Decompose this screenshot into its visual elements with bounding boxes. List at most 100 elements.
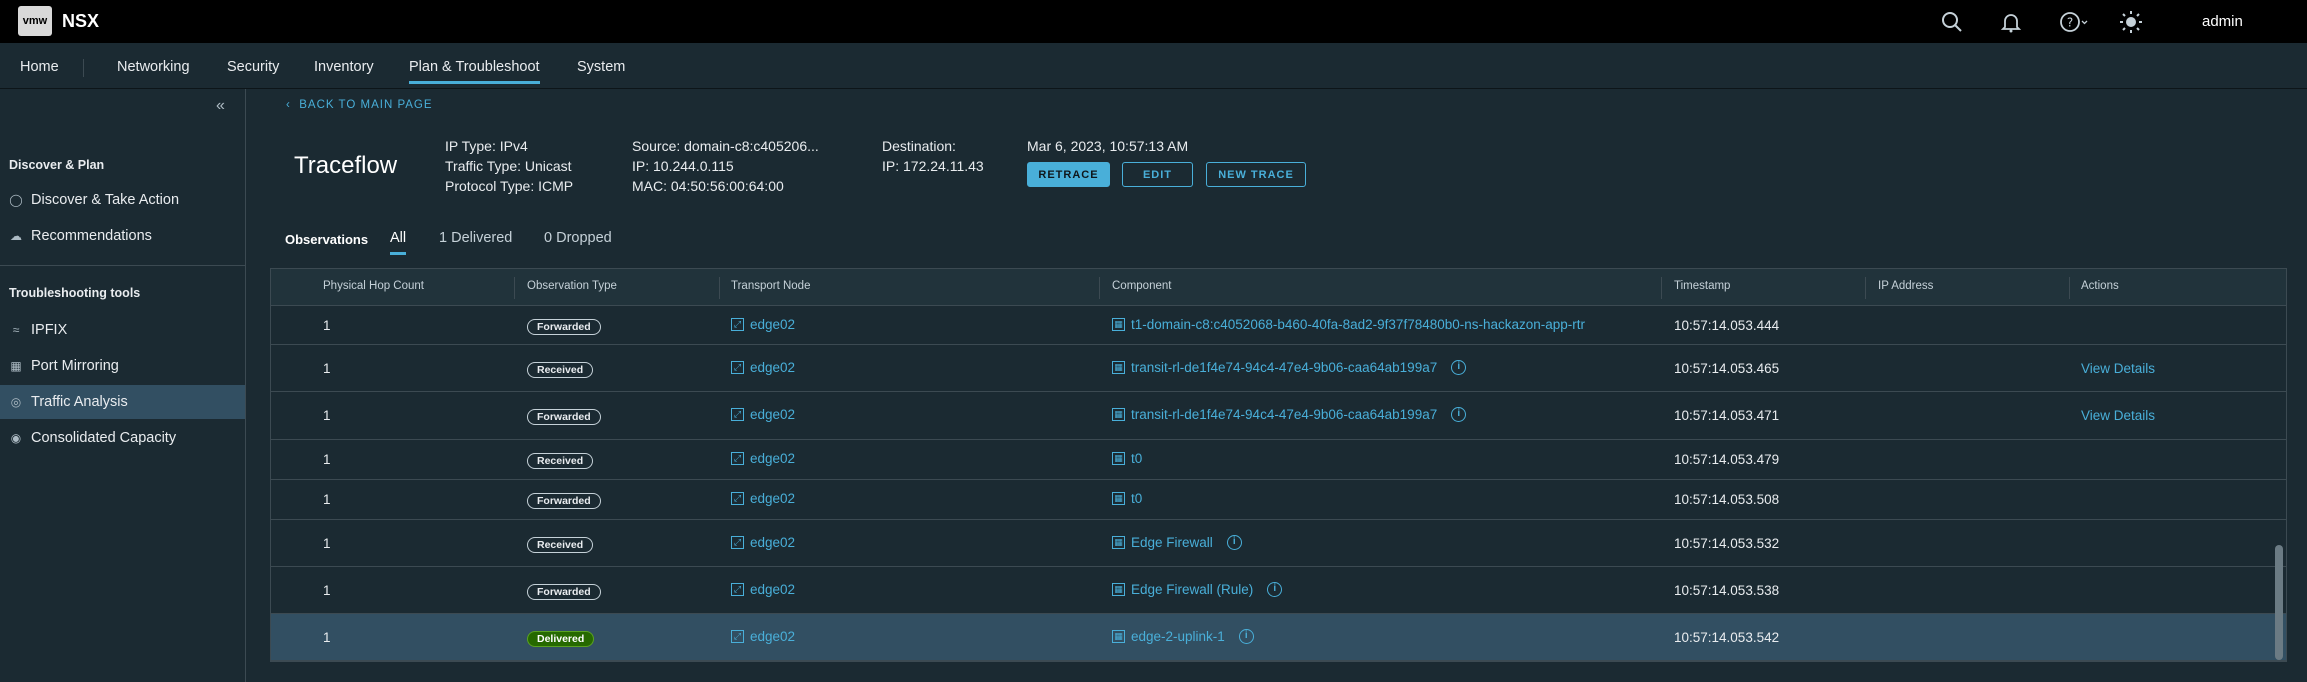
timestamp-cell: 10:57:14.053.538 bbox=[1674, 583, 1780, 598]
sidebar-section-title: Troubleshooting tools bbox=[9, 286, 141, 300]
sidebar-item-port-mirroring[interactable]: ▦ Port Mirroring bbox=[0, 349, 245, 383]
component-label: transit-rl-de1f4e74-94c4-47e4-9b06-caa64… bbox=[1131, 360, 1438, 375]
table-row[interactable]: 1 Received ⤢ edge02 ▦ t0 10:57:14.053.479 bbox=[271, 440, 2286, 480]
sidebar-item-label: Port Mirroring bbox=[31, 358, 119, 374]
discover-icon: ◯ bbox=[9, 193, 23, 207]
bell-icon[interactable] bbox=[1999, 10, 2023, 34]
component-link[interactable]: ▦ Edge Firewall i bbox=[1112, 535, 1242, 550]
view-details-link[interactable]: View Details bbox=[2081, 361, 2155, 376]
transport-node-link[interactable]: ⤢ edge02 bbox=[731, 582, 795, 597]
component-link[interactable]: ▦ t0 bbox=[1112, 451, 1142, 466]
sidebar-section-title: Discover & Plan bbox=[9, 158, 105, 172]
tab-plan-troubleshoot[interactable]: Plan & Troubleshoot bbox=[409, 59, 540, 84]
component-link[interactable]: ▦ Edge Firewall (Rule) i bbox=[1112, 582, 1283, 597]
protocol-type: Protocol Type: ICMP bbox=[445, 178, 574, 194]
destination: Destination: bbox=[882, 138, 956, 154]
sidebar-item-ipfix[interactable]: ≈ IPFIX bbox=[0, 313, 245, 347]
component-label: t0 bbox=[1131, 451, 1143, 466]
edit-button[interactable]: EDIT bbox=[1122, 162, 1193, 187]
component-link[interactable]: ▦ transit-rl-de1f4e74-94c4-47e4-9b06-caa6… bbox=[1112, 407, 1467, 422]
table-row[interactable]: 1 Forwarded ⤢ edge02 ▦ Edge Firewall (Rule) i 1… bbox=[271, 567, 2286, 614]
transport-node-link[interactable]: ⤢ edge02 bbox=[731, 629, 795, 644]
component-link[interactable]: ▦ edge-2-uplink-1 i bbox=[1112, 629, 1254, 644]
column-divider bbox=[1865, 277, 1866, 299]
transport-node-link[interactable]: ⤢ edge02 bbox=[731, 491, 795, 506]
capacity-icon: ◉ bbox=[10, 431, 22, 445]
info-icon[interactable]: i bbox=[1451, 407, 1467, 422]
traffic-type: Traffic Type: Unicast bbox=[445, 158, 572, 174]
transport-node-label: edge02 bbox=[750, 317, 796, 332]
transport-node-label: edge02 bbox=[750, 451, 796, 466]
tab-all[interactable]: All bbox=[390, 230, 407, 255]
table-row[interactable]: 1 Forwarded ⤢ edge02 ▦ transit-rl-de1f4e74-94… bbox=[271, 392, 2286, 440]
column-divider bbox=[2069, 277, 2070, 299]
observation-type-badge: Received bbox=[527, 453, 594, 469]
table-row[interactable]: 1 Delivered ⤢ edge02 ▦ edge-2-uplink-1 i 10:57:… bbox=[271, 614, 2286, 661]
tab-system[interactable]: System bbox=[577, 59, 625, 75]
component-icon: ▦ bbox=[1112, 318, 1125, 331]
source-ip: IP: 10.244.0.115 bbox=[632, 158, 734, 174]
help-icon[interactable]: ? bbox=[2058, 10, 2088, 34]
transport-node-link[interactable]: ⤢ edge02 bbox=[731, 317, 795, 332]
sidebar-item-recommendations[interactable]: ☁ Recommendations bbox=[0, 219, 245, 253]
component-icon: ▦ bbox=[1112, 492, 1125, 505]
observations-grid: Physical Hop Count Observation Type Tran… bbox=[270, 268, 2287, 662]
sidebar-item-label: IPFIX bbox=[31, 322, 68, 338]
tab-delivered[interactable]: 1 Delivered bbox=[439, 230, 512, 246]
transport-node-icon: ⤢ bbox=[731, 452, 744, 465]
svg-text:?: ? bbox=[2067, 16, 2073, 30]
transport-node-link[interactable]: ⤢ edge02 bbox=[731, 451, 795, 466]
observation-type-badge: Forwarded bbox=[527, 319, 601, 335]
user-menu[interactable]: admin bbox=[2202, 13, 2243, 30]
transport-node-link[interactable]: ⤢ edge02 bbox=[731, 407, 795, 422]
observation-type-badge: Forwarded bbox=[527, 493, 601, 509]
sidebar-item-discover-take-action[interactable]: ◯ Discover & Take Action bbox=[0, 183, 245, 217]
transport-node-link[interactable]: ⤢ edge02 bbox=[731, 360, 795, 375]
view-details-link[interactable]: View Details bbox=[2081, 408, 2155, 423]
ipfix-icon: ≈ bbox=[12, 323, 20, 337]
grid-scrollbar[interactable] bbox=[2275, 545, 2283, 660]
column-header-ip-address[interactable]: IP Address bbox=[1878, 280, 1933, 292]
component-label: edge-2-uplink-1 bbox=[1131, 629, 1225, 644]
component-link[interactable]: ▦ t0 bbox=[1112, 491, 1142, 506]
search-icon[interactable] bbox=[1940, 10, 1964, 34]
retrace-button[interactable]: RETRACE bbox=[1027, 162, 1110, 187]
column-header-timestamp[interactable]: Timestamp bbox=[1674, 280, 1730, 292]
theme-sun-icon[interactable] bbox=[2119, 10, 2143, 34]
column-header-hop-count[interactable]: Physical Hop Count bbox=[323, 280, 424, 292]
tab-dropped[interactable]: 0 Dropped bbox=[544, 230, 612, 246]
column-header-actions[interactable]: Actions bbox=[2081, 280, 2119, 292]
info-icon[interactable]: i bbox=[1267, 582, 1283, 597]
timestamp-cell: 10:57:14.053.471 bbox=[1674, 408, 1780, 423]
table-row[interactable]: 1 Received ⤢ edge02 ▦ transit-rl-de1f4e74-94c… bbox=[271, 345, 2286, 392]
table-row[interactable]: 1 Received ⤢ edge02 ▦ Edge Firewall i 10:57:14.… bbox=[271, 520, 2286, 567]
component-icon: ▦ bbox=[1112, 583, 1125, 596]
info-icon[interactable]: i bbox=[1226, 535, 1242, 550]
sidebar-item-label: Recommendations bbox=[31, 228, 152, 244]
info-icon[interactable]: i bbox=[1451, 360, 1467, 375]
sidebar-item-consolidated-capacity[interactable]: ◉ Consolidated Capacity bbox=[0, 421, 245, 455]
product-name: NSX bbox=[62, 11, 100, 31]
collapse-sidebar-icon[interactable]: « bbox=[216, 97, 225, 115]
component-link[interactable]: ▦ transit-rl-de1f4e74-94c4-47e4-9b06-caa6… bbox=[1112, 360, 1467, 375]
tab-inventory[interactable]: Inventory bbox=[314, 59, 374, 75]
sidebar-divider bbox=[0, 265, 245, 266]
observation-type-badge: Forwarded bbox=[527, 409, 601, 425]
tab-home[interactable]: Home bbox=[20, 59, 59, 75]
column-header-component[interactable]: Component bbox=[1112, 280, 1171, 292]
table-row[interactable]: 1 Forwarded ⤢ edge02 ▦ t0 10:57:14.053.508 bbox=[271, 480, 2286, 520]
column-header-transport-node[interactable]: Transport Node bbox=[731, 280, 810, 292]
sidebar-item-traffic-analysis[interactable]: ◎ Traffic Analysis bbox=[0, 385, 245, 419]
table-row[interactable]: 1 Forwarded ⤢ edge02 ▦ t1-domain-c8:c4052068-… bbox=[271, 306, 2286, 345]
new-trace-button[interactable]: NEW TRACE bbox=[1206, 162, 1306, 187]
transport-node-label: edge02 bbox=[750, 582, 796, 597]
component-icon: ▦ bbox=[1112, 408, 1125, 421]
column-header-observation-type[interactable]: Observation Type bbox=[527, 280, 617, 292]
back-label: BACK TO MAIN PAGE bbox=[299, 99, 433, 111]
tab-security[interactable]: Security bbox=[227, 59, 279, 75]
tab-networking[interactable]: Networking bbox=[117, 59, 190, 75]
back-to-main-link[interactable]: ‹ BACK TO MAIN PAGE bbox=[286, 99, 433, 111]
component-link[interactable]: ▦ t1-domain-c8:c4052068-b460-40fa-8ad2-9f… bbox=[1112, 317, 1585, 332]
transport-node-link[interactable]: ⤢ edge02 bbox=[731, 535, 795, 550]
info-icon[interactable]: i bbox=[1238, 629, 1254, 644]
